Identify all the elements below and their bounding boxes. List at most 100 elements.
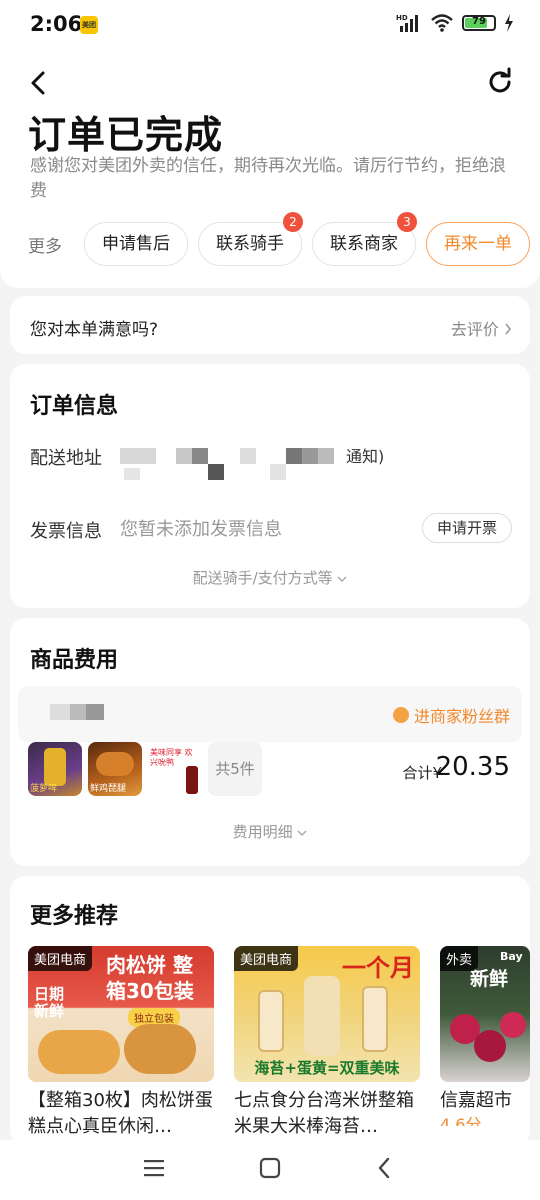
recommendations-card: 更多推荐 肉松饼 整箱30包装 日期新鲜 独立包装 美团电商 【整箱30枚】肉松…	[10, 876, 530, 1146]
after-sales-button[interactable]: 申请售后	[84, 222, 188, 266]
bottle-shape	[186, 766, 198, 794]
chat-bubble-icon	[392, 707, 409, 723]
product-thumb-label: 菠萝啤	[30, 784, 58, 794]
contact-rider-button[interactable]: 联系骑手 2	[198, 212, 303, 266]
wifi-icon	[431, 14, 453, 32]
contact-merchant-label: 联系商家	[330, 234, 398, 254]
berry-shape	[500, 1012, 526, 1038]
product-thumb[interactable]: 菠萝啤	[28, 742, 82, 796]
signal-icon: HD	[396, 14, 418, 32]
address-label: 配送地址	[30, 448, 102, 469]
contact-merchant-button[interactable]: 联系商家 3	[312, 212, 417, 266]
total-amount: 20.35	[435, 752, 510, 782]
product-image: 一个月 海苔+蛋黄=双重美味 美团电商	[234, 946, 420, 1082]
status-time: 2:06	[30, 12, 83, 36]
image-brand: Bay	[500, 950, 523, 963]
rate-link-label: 去评价	[450, 320, 499, 339]
image-headline: 肉松饼 整箱30包装	[106, 953, 194, 1003]
battery-icon: 79	[462, 15, 496, 31]
mask-block	[176, 448, 192, 464]
mask-block	[208, 464, 224, 480]
image-subtext: 日期新鲜	[34, 985, 65, 1020]
fee-detail-link[interactable]: 费用明细	[10, 821, 530, 842]
rating: 4.6分	[440, 1116, 482, 1126]
fans-link-label: 进商家粉丝群	[413, 707, 510, 726]
expand-order-details[interactable]: 配送骑手/支付方式等	[10, 567, 530, 588]
system-nav-bar	[0, 1140, 540, 1200]
store-name-mask	[70, 704, 86, 720]
source-tag: 外卖	[440, 946, 479, 971]
invoice-label: 发票信息	[30, 521, 102, 542]
product-name: 信嘉超市	[440, 1090, 512, 1111]
product-image: 肉松饼 整箱30包装 日期新鲜 独立包装 美团电商	[28, 946, 214, 1082]
request-invoice-button[interactable]: 申请开票	[421, 513, 512, 543]
status-bar: 2:06 美团 HD 79	[0, 0, 540, 50]
order-status-header: 订单已完成 感谢您对美团外卖的信任，期待再次光临。请厉行节约，拒绝浪费 更多 申…	[0, 50, 540, 288]
chevron-down-icon	[297, 830, 307, 837]
mask-block	[120, 448, 156, 464]
item-count[interactable]: 共5件	[208, 742, 262, 796]
mask-block	[192, 448, 208, 464]
product-thumb-label: 美味同享 欢兴吮鸭	[150, 748, 193, 767]
source-tag: 美团电商	[28, 946, 93, 971]
after-sales-label: 申请售后	[102, 234, 170, 254]
recommendation-item[interactable]: 一个月 海苔+蛋黄=双重美味 美团电商 七点食分台湾米饼整箱米果大米棒海苔…	[234, 946, 420, 1140]
image-headline: 一个月	[342, 954, 414, 982]
mask-block	[240, 448, 256, 464]
reorder-label: 再来一单	[444, 234, 512, 254]
status-icons: HD 79	[396, 13, 514, 33]
product-image: Bay 新鲜 外卖	[440, 946, 530, 1082]
mask-block	[302, 448, 318, 464]
more-actions-button[interactable]: 更多	[28, 232, 62, 257]
invoice-value: 您暂未添加发票信息	[120, 519, 282, 540]
berry-shape	[474, 1030, 506, 1062]
product-name: 七点食分台湾米饼整箱米果大米棒海苔…	[234, 1090, 414, 1137]
store-name-mask	[86, 704, 104, 720]
meituan-app-icon: 美团	[80, 16, 98, 34]
store-name-mask	[50, 704, 70, 720]
expand-order-details-label: 配送骑手/支付方式等	[192, 569, 333, 587]
rate-link[interactable]: 去评价	[451, 316, 512, 340]
mask-block	[270, 464, 286, 480]
rice-cake-shape	[258, 990, 284, 1052]
network-hd-label: HD	[396, 14, 408, 22]
contact-rider-label: 联系骑手	[216, 234, 284, 254]
product-name: 【整箱30枚】肉松饼蛋糕点心真臣休闲…	[28, 1090, 213, 1137]
cake-shape	[124, 1024, 196, 1074]
food-shape	[96, 752, 134, 776]
battery-level: 79	[472, 16, 486, 27]
product-thumb-label: 鲜鸡琵腿	[90, 784, 127, 794]
store-row[interactable]: 进商家粉丝群	[18, 686, 522, 742]
address-tail: 通知)	[346, 447, 385, 466]
chevron-right-icon	[505, 323, 512, 335]
mask-block	[286, 448, 302, 464]
back-icon[interactable]	[24, 68, 54, 98]
total-label-text: 合计	[402, 764, 433, 782]
page-title: 订单已完成	[28, 113, 224, 157]
fee-detail-label: 费用明细	[232, 823, 293, 841]
rice-cake-shape	[304, 976, 340, 1056]
product-thumb[interactable]: 鲜鸡琵腿	[88, 742, 142, 796]
satisfaction-question: 您对本单满意吗?	[30, 320, 159, 340]
source-tag: 美团电商	[234, 946, 299, 971]
menu-icon[interactable]	[143, 1158, 165, 1178]
image-subtext: 海苔+蛋黄=双重美味	[254, 1059, 400, 1077]
home-icon[interactable]	[259, 1157, 281, 1179]
order-info-title: 订单信息	[30, 394, 119, 419]
back-nav-icon[interactable]	[376, 1156, 392, 1180]
recommendation-item[interactable]: 肉松饼 整箱30包装 日期新鲜 独立包装 美团电商 【整箱30枚】肉松饼蛋糕点心…	[28, 946, 214, 1140]
merchant-fans-group-link[interactable]: 进商家粉丝群	[392, 703, 510, 727]
cake-shape	[38, 1030, 120, 1074]
product-thumb[interactable]: 美味同享 欢兴吮鸭	[148, 742, 202, 796]
charging-icon	[505, 14, 513, 32]
recommendation-item[interactable]: Bay 新鲜 外卖 信嘉超市 4.6分	[440, 946, 530, 1126]
satisfaction-card[interactable]: 您对本单满意吗? 去评价	[10, 296, 530, 354]
rice-cake-shape	[362, 986, 388, 1052]
mask-block	[318, 448, 334, 464]
reorder-button[interactable]: 再来一单	[426, 222, 530, 266]
refresh-icon[interactable]	[484, 66, 516, 98]
order-actions: 更多 申请售后 联系骑手 2 联系商家 3 再来一单	[28, 212, 540, 266]
goods-fee-card: 商品费用 进商家粉丝群 菠萝啤 鲜鸡琵腿 美味同享 欢兴吮鸭 共5件 合计¥ 2…	[10, 618, 530, 866]
mask-block	[124, 468, 140, 480]
merchant-unread-badge: 3	[397, 212, 417, 232]
